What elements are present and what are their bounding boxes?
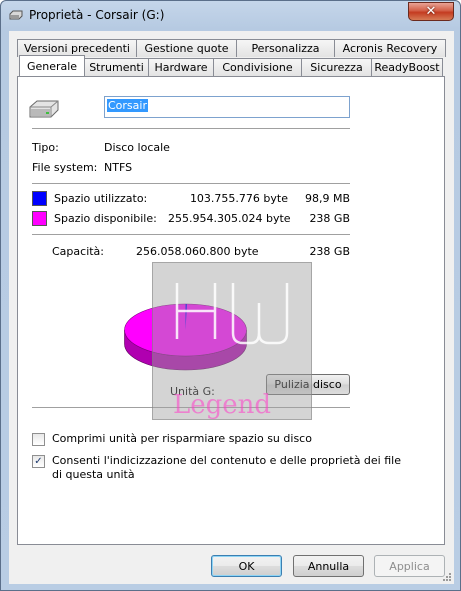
apply-button[interactable]: Applica [374,555,445,577]
general-tab-panel: Corsair Tipo: Disco locale File system: … [17,76,445,545]
capacity-bytes: 256.058.060.800 byte [136,245,259,258]
tipo-value: Disco locale [104,141,170,154]
title-bar: Proprietà - Corsair (G:) ✕ [1,1,460,31]
close-icon: ✕ [425,4,437,19]
filesystem-label: File system: [32,161,98,174]
tab-condivisione[interactable]: Condivisione [213,58,302,76]
watermark-text: Legend [173,390,271,420]
cancel-button[interactable]: Annulla [293,555,364,577]
free-space-bytes: 255.954.305.024 byte [168,212,291,225]
capacity-label: Capacità: [52,245,105,258]
used-space-size: 98,9 MB [304,192,350,205]
free-space-label: Spazio disponibile: [54,212,157,225]
free-space-swatch [32,211,47,226]
index-label-line1: Consenti l'indicizzazione del contenuto … [52,454,401,467]
separator-2 [32,183,350,184]
tab-hardware[interactable]: Hardware [148,58,214,76]
tab-personalizza[interactable]: Personalizza [236,39,335,57]
hwlegend-watermark: Legend HW [152,262,312,420]
hard-drive-icon [29,100,59,118]
dialog-client: Versioni precedenti Gestione quote Perso… [9,31,454,584]
free-space-size: 238 GB [309,212,350,225]
tab-gestione-quote[interactable]: Gestione quote [136,39,237,57]
filesystem-value: NTFS [104,161,133,174]
window-title: Proprietà - Corsair (G:) [29,8,165,22]
used-space-bytes: 103.755.776 byte [189,192,288,205]
separator-1 [32,128,350,129]
tab-row-bottom: Generale Strumenti Hardware Condivisione… [19,55,443,76]
drive-name-input[interactable]: Corsair [104,96,350,118]
tab-generale[interactable]: Generale [19,55,85,76]
tab-readyboost[interactable]: ReadyBoost [371,58,443,76]
compress-label: Comprimi unità per risparmiare spazio su… [52,432,312,445]
watermark-logo-icon: Legend HW [153,263,289,420]
watermark-text-top: HW [153,263,155,264]
properties-window: Proprietà - Corsair (G:) ✕ Versioni prec… [0,0,461,591]
ok-button[interactable]: OK [211,555,282,577]
used-space-label: Spazio utilizzato: [54,192,148,205]
index-label-line2: di questa unità [52,468,135,481]
drive-name-selected-text: Corsair [107,99,148,112]
compress-checkbox[interactable] [32,433,45,446]
separator-3 [32,234,350,235]
used-space-swatch [32,191,47,206]
tab-strumenti[interactable]: Strumenti [84,58,149,76]
resize-grip-icon[interactable] [442,572,452,582]
tipo-label: Tipo: [32,141,59,154]
tab-acronis-recovery[interactable]: Acronis Recovery [334,39,446,57]
drive-small-icon [9,10,23,20]
capacity-size: 238 GB [309,245,350,258]
index-checkbox[interactable]: ✓ [32,455,45,468]
close-button[interactable]: ✕ [408,2,454,21]
tab-sicurezza[interactable]: Sicurezza [301,58,372,76]
